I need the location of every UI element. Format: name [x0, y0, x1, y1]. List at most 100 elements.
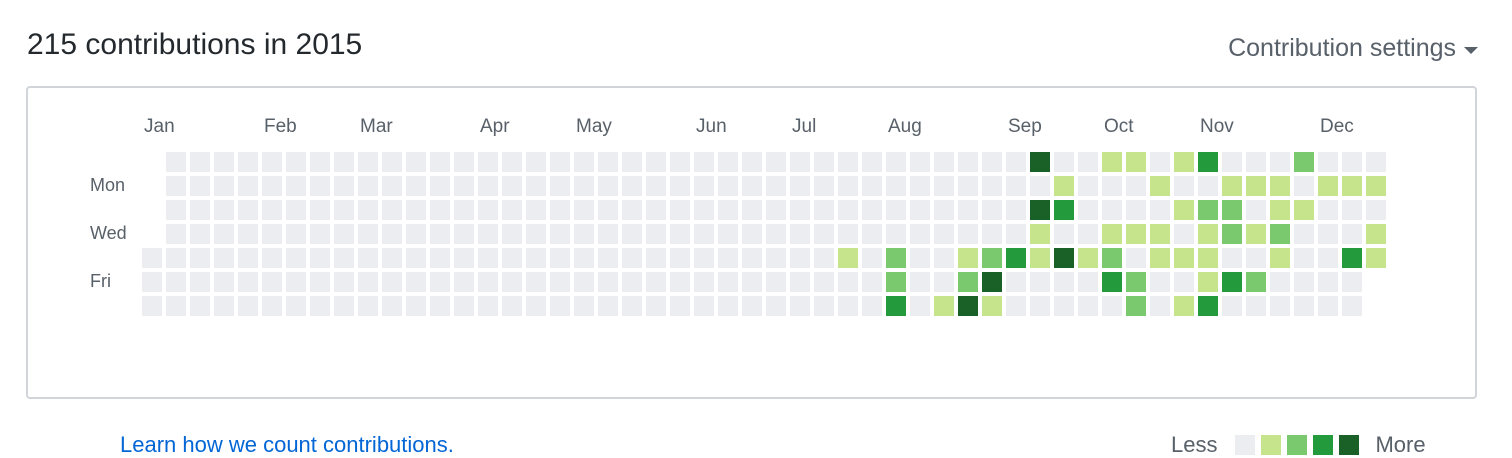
day-cell[interactable] [286, 176, 306, 196]
day-cell[interactable] [1318, 272, 1338, 292]
day-cell[interactable] [502, 152, 522, 172]
day-cell[interactable] [1006, 296, 1026, 316]
day-cell[interactable] [1174, 152, 1194, 172]
day-cell[interactable] [766, 176, 786, 196]
day-cell[interactable] [958, 224, 978, 244]
day-cell[interactable] [502, 272, 522, 292]
day-cell[interactable] [1270, 296, 1290, 316]
day-cell[interactable] [670, 176, 690, 196]
day-cell[interactable] [502, 224, 522, 244]
day-cell[interactable] [766, 272, 786, 292]
day-cell[interactable] [1294, 272, 1314, 292]
day-cell[interactable] [382, 152, 402, 172]
day-cell[interactable] [1006, 176, 1026, 196]
day-cell[interactable] [238, 248, 258, 268]
day-cell[interactable] [1030, 272, 1050, 292]
day-cell[interactable] [910, 248, 930, 268]
day-cell[interactable] [262, 176, 282, 196]
day-cell[interactable] [1102, 248, 1122, 268]
day-cell[interactable] [454, 152, 474, 172]
day-cell[interactable] [1054, 296, 1074, 316]
day-cell[interactable] [382, 296, 402, 316]
day-cell[interactable] [1198, 296, 1218, 316]
day-cell[interactable] [1054, 176, 1074, 196]
day-cell[interactable] [1030, 200, 1050, 220]
day-cell[interactable] [214, 272, 234, 292]
day-cell[interactable] [262, 152, 282, 172]
day-cell[interactable] [1366, 176, 1386, 196]
day-cell[interactable] [502, 248, 522, 268]
day-cell[interactable] [526, 296, 546, 316]
day-cell[interactable] [430, 200, 450, 220]
day-cell[interactable] [382, 224, 402, 244]
day-cell[interactable] [694, 152, 714, 172]
day-cell[interactable] [1006, 200, 1026, 220]
day-cell[interactable] [190, 248, 210, 268]
day-cell[interactable] [214, 152, 234, 172]
day-cell[interactable] [574, 272, 594, 292]
day-cell[interactable] [646, 296, 666, 316]
day-cell[interactable] [622, 200, 642, 220]
day-cell[interactable] [910, 152, 930, 172]
day-cell[interactable] [1102, 224, 1122, 244]
day-cell[interactable] [814, 200, 834, 220]
day-cell[interactable] [358, 248, 378, 268]
day-cell[interactable] [622, 224, 642, 244]
day-cell[interactable] [670, 272, 690, 292]
day-cell[interactable] [670, 296, 690, 316]
day-cell[interactable] [478, 248, 498, 268]
day-cell[interactable] [766, 152, 786, 172]
day-cell[interactable] [406, 200, 426, 220]
day-cell[interactable] [958, 296, 978, 316]
day-cell[interactable] [1102, 176, 1122, 196]
day-cell[interactable] [166, 176, 186, 196]
day-cell[interactable] [934, 272, 954, 292]
day-cell[interactable] [622, 272, 642, 292]
day-cell[interactable] [1222, 272, 1242, 292]
day-cell[interactable] [1150, 272, 1170, 292]
day-cell[interactable] [574, 248, 594, 268]
day-cell[interactable] [766, 224, 786, 244]
day-cell[interactable] [790, 152, 810, 172]
day-cell[interactable] [742, 152, 762, 172]
day-cell[interactable] [526, 176, 546, 196]
day-cell[interactable] [238, 200, 258, 220]
day-cell[interactable] [622, 248, 642, 268]
day-cell[interactable] [358, 152, 378, 172]
learn-contributions-link[interactable]: Learn how we count contributions. [120, 432, 454, 458]
day-cell[interactable] [1150, 200, 1170, 220]
day-cell[interactable] [1222, 152, 1242, 172]
day-cell[interactable] [862, 296, 882, 316]
day-cell[interactable] [454, 272, 474, 292]
day-cell[interactable] [1342, 248, 1362, 268]
day-cell[interactable] [286, 248, 306, 268]
day-cell[interactable] [574, 296, 594, 316]
day-cell[interactable] [310, 176, 330, 196]
day-cell[interactable] [1078, 176, 1098, 196]
day-cell[interactable] [406, 176, 426, 196]
day-cell[interactable] [238, 296, 258, 316]
day-cell[interactable] [1030, 176, 1050, 196]
day-cell[interactable] [838, 152, 858, 172]
day-cell[interactable] [1030, 224, 1050, 244]
day-cell[interactable] [1126, 152, 1146, 172]
day-cell[interactable] [1366, 152, 1386, 172]
day-cell[interactable] [334, 272, 354, 292]
day-cell[interactable] [478, 224, 498, 244]
day-cell[interactable] [190, 224, 210, 244]
day-cell[interactable] [910, 200, 930, 220]
day-cell[interactable] [1294, 200, 1314, 220]
day-cell[interactable] [1222, 296, 1242, 316]
day-cell[interactable] [886, 272, 906, 292]
day-cell[interactable] [934, 200, 954, 220]
day-cell[interactable] [1126, 200, 1146, 220]
day-cell[interactable] [406, 224, 426, 244]
day-cell[interactable] [718, 200, 738, 220]
day-cell[interactable] [1174, 224, 1194, 244]
day-cell[interactable] [1006, 272, 1026, 292]
day-cell[interactable] [910, 176, 930, 196]
day-cell[interactable] [406, 248, 426, 268]
day-cell[interactable] [1342, 200, 1362, 220]
day-cell[interactable] [166, 152, 186, 172]
day-cell[interactable] [1270, 152, 1290, 172]
